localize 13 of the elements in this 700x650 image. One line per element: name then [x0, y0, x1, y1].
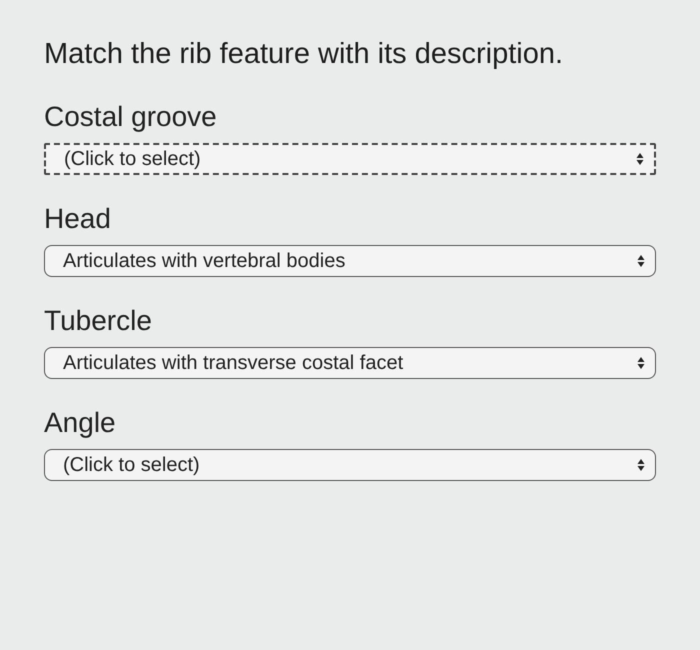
feature-label: Head — [44, 203, 112, 235]
up-down-arrows-icon — [637, 458, 645, 472]
answer-dropdown[interactable]: (Click to select) — [44, 143, 656, 175]
answer-dropdown[interactable]: Articulates with transverse costal facet — [44, 347, 656, 379]
up-down-arrows-icon — [636, 152, 644, 166]
answer-dropdown[interactable]: Articulates with vertebral bodies — [44, 245, 656, 277]
feature-label: Costal groove — [44, 101, 218, 133]
up-down-arrows-icon — [637, 254, 645, 268]
question-text: Match the rib feature with its description. — [44, 38, 564, 71]
up-down-arrows-icon — [637, 356, 645, 370]
feature-label: Angle — [44, 407, 117, 439]
answer-dropdown[interactable]: (Click to select) — [44, 449, 656, 481]
feature-label: Tubercle — [44, 305, 153, 337]
